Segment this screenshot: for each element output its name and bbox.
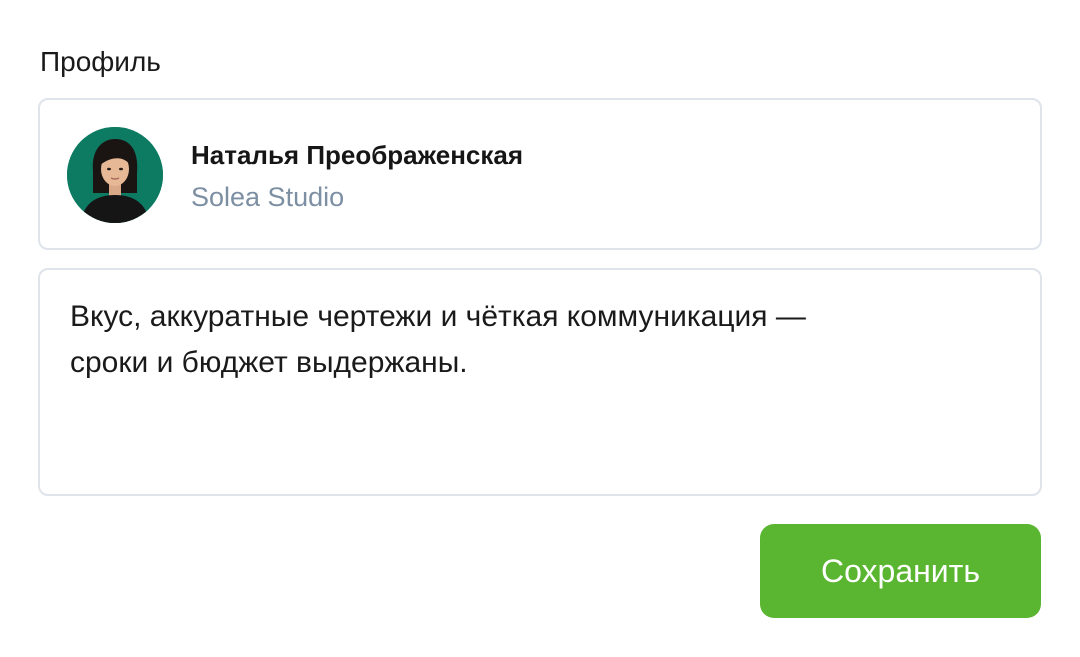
profile-name: Наталья Преображенская [191,140,523,170]
save-button[interactable]: Сохранить [760,524,1041,618]
review-textarea[interactable]: Вкус, аккуратные чертежи и чёткая коммун… [38,268,1042,496]
profile-form: Профиль Наталья Преображенская Solea Stu… [0,0,1080,657]
profile-card: Наталья Преображенская Solea Studio [38,98,1042,250]
avatar [67,127,163,223]
avatar-portrait-icon [67,127,163,223]
profile-company: Solea Studio [191,182,345,212]
review-text: Вкус, аккуратные чертежи и чёткая коммун… [70,300,806,379]
section-title: Профиль [40,46,161,77]
